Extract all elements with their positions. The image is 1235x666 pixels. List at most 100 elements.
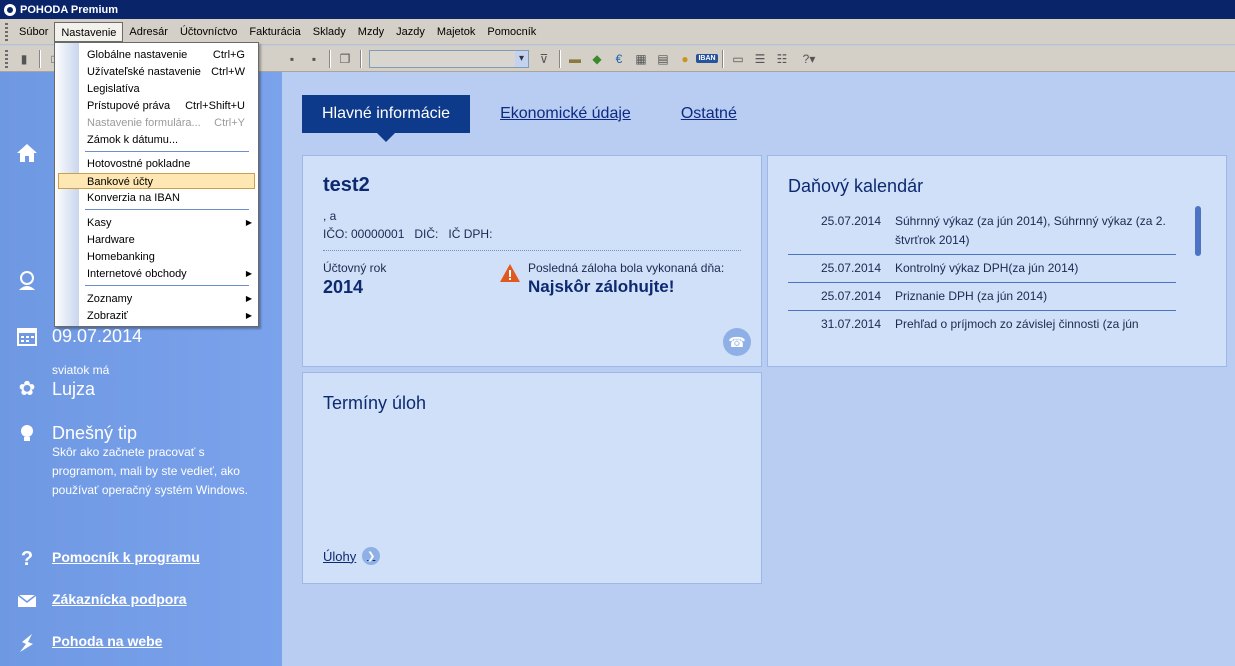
menu-item-user-settings[interactable]: Užívateľské nastavenie Ctrl+W <box>83 64 255 80</box>
copy-icon[interactable]: ❐ <box>336 50 354 68</box>
menu-item-cash-desks[interactable]: Hotovostné pokladne <box>83 156 255 172</box>
phone-icon[interactable]: ☎ <box>723 328 751 356</box>
home-icon[interactable] <box>16 142 38 164</box>
menu-item-homebanking[interactable]: Homebanking <box>83 249 255 265</box>
warning-icon <box>500 264 520 282</box>
pohoda-logo-icon <box>4 3 16 16</box>
iban-icon[interactable]: IBAN <box>696 50 718 68</box>
support-link[interactable]: Zákaznícka podpora <box>52 591 187 607</box>
open-agenda-icon[interactable]: ▮ <box>15 50 33 68</box>
tax-calendar-list: 25.07.2014 Súhrnný výkaz (za jún 2014), … <box>788 208 1176 338</box>
menu-subor[interactable]: Súbor <box>13 22 54 42</box>
note-icon[interactable]: ☷ <box>773 50 791 68</box>
calculator2-icon[interactable]: ▤ <box>654 50 672 68</box>
web-link[interactable]: Pohoda na webe <box>52 633 162 649</box>
tab-main-info[interactable]: Hlavné informácie <box>302 95 471 142</box>
folder-icon[interactable]: ▬ <box>566 50 584 68</box>
menu-item-label: Legislatíva <box>87 83 140 95</box>
menu-jazdy[interactable]: Jazdy <box>390 22 431 42</box>
fiscal-year-label: Účtovný rok <box>323 261 387 275</box>
tax-calendar-row[interactable]: 31.07.2014 Prehľad o príjmoch zo závisle… <box>788 311 1176 338</box>
current-date: 09.07.2014 <box>52 326 143 346</box>
menu-majetok[interactable]: Majetok <box>431 22 482 42</box>
calculator-icon[interactable]: ▦ <box>632 50 650 68</box>
toolbar-separator <box>329 49 330 68</box>
web-icon[interactable] <box>16 632 38 654</box>
menu-item-label: Homebanking <box>87 251 155 263</box>
menu-item-label: Internetové obchody <box>87 268 187 280</box>
question-icon[interactable]: ? <box>16 548 38 570</box>
user-icon[interactable] <box>16 269 38 291</box>
menu-sklady[interactable]: Sklady <box>307 22 352 42</box>
tab-bar: Hlavné informácie Ekonomické údaje Ostat… <box>302 95 787 142</box>
tax-calendar-scrollbar[interactable] <box>1195 206 1201 256</box>
save-icon[interactable]: ▪ <box>283 50 301 68</box>
toolbar-grip-icon[interactable] <box>5 49 8 68</box>
menu-item-bank-accounts[interactable]: Bankové účty <box>58 173 255 189</box>
menu-item-access-rights[interactable]: Prístupové práva Ctrl+Shift+U <box>83 98 255 114</box>
tasks-link[interactable]: Úlohy ❯ <box>323 547 381 565</box>
toolbar-separator <box>360 49 361 68</box>
tasks-link-label[interactable]: Úlohy <box>323 549 356 564</box>
menu-item-cash-registers[interactable]: Kasy ▶ <box>83 215 255 231</box>
name-day-label: sviatok má <box>52 363 110 377</box>
menu-fakturacia[interactable]: Fakturácia <box>243 22 306 42</box>
menu-separator <box>85 151 249 152</box>
menu-item-label: Bankové účty <box>87 176 154 188</box>
menu-mzdy[interactable]: Mzdy <box>352 22 390 42</box>
tax-description: Kontrolný výkaz DPH(za jún 2014) <box>895 261 1079 275</box>
money-icon[interactable]: ◆ <box>588 50 606 68</box>
tax-description: Prehľad o príjmoch zo závislej činnosti … <box>895 317 1139 331</box>
menu-item-label: Hotovostné pokladne <box>87 158 191 170</box>
company-ids: IČO: 00000001 DIČ: IČ DPH: <box>323 227 493 241</box>
help-link[interactable]: Pomocník k programu <box>52 549 200 565</box>
tax-calendar-row[interactable]: 25.07.2014 Priznanie DPH (za jún 2014) <box>788 283 1176 311</box>
menu-item-view[interactable]: Zobraziť ▶ <box>83 308 255 324</box>
company-name: test2 <box>323 174 370 196</box>
submenu-arrow-icon: ▶ <box>245 269 252 278</box>
euro-icon[interactable]: € <box>610 50 628 68</box>
filter-combo[interactable] <box>369 49 529 68</box>
menu-item-iban-conversion[interactable]: Konverzia na IBAN <box>83 190 255 206</box>
tax-calendar-title: Daňový kalendár <box>788 176 924 196</box>
tasks-title: Termíny úloh <box>323 393 427 413</box>
tax-calendar-row[interactable]: 25.07.2014 Kontrolný výkaz DPH(za jún 20… <box>788 255 1176 283</box>
company-address: , a <box>323 209 337 223</box>
menu-nastavenie[interactable]: Nastavenie <box>54 21 124 42</box>
menubar-grip-icon[interactable] <box>5 22 8 41</box>
menu-item-hardware[interactable]: Hardware <box>83 232 255 248</box>
list-icon[interactable]: ☰ <box>751 50 769 68</box>
tax-date: 25.07.2014 <box>820 261 881 275</box>
menu-item-shortcut: Ctrl+W <box>211 66 245 78</box>
menu-item-shortcut: Ctrl+G <box>212 49 245 61</box>
main-content: Hlavné informácie Ekonomické údaje Ostat… <box>282 72 1235 666</box>
menu-item-label: Zoznamy <box>87 293 133 305</box>
tip-text: Skôr ako začnete pracovať s programom, m… <box>52 445 248 497</box>
menu-pomocnik[interactable]: Pomocník <box>481 22 542 42</box>
menu-item-label: Kasy <box>87 217 112 229</box>
save-as-icon[interactable]: ▪ <box>305 50 323 68</box>
toolbar-separator <box>39 49 40 68</box>
menu-item-lists[interactable]: Zoznamy ▶ <box>83 291 255 307</box>
menu-item-e-shops[interactable]: Internetové obchody ▶ <box>83 266 255 282</box>
filter-icon[interactable]: ⊽ <box>535 50 553 68</box>
menu-item-label: Zobraziť <box>87 310 128 322</box>
tab-other[interactable]: Ostatné <box>681 95 737 133</box>
tax-calendar-row[interactable]: 25.07.2014 Súhrnný výkaz (za jún 2014), … <box>788 208 1176 255</box>
menu-item-date-lock[interactable]: Zámok k dátumu... <box>83 132 255 148</box>
submenu-arrow-icon: ▶ <box>245 218 252 227</box>
menu-uctovnictvo[interactable]: Účtovníctvo <box>174 22 243 42</box>
message-icon[interactable]: ▭ <box>729 50 747 68</box>
coins-icon[interactable]: ● <box>676 50 694 68</box>
menu-item-global-settings[interactable]: Globálne nastavenie Ctrl+G <box>83 47 255 63</box>
menu-item-form-settings: Nastavenie formulára... Ctrl+Y <box>83 115 255 131</box>
tab-economic-data[interactable]: Ekonomické údaje <box>500 95 631 133</box>
mail-icon[interactable] <box>16 590 38 612</box>
help-icon[interactable]: ?▾ <box>795 50 823 68</box>
toolbar-separator <box>559 49 560 68</box>
menu-item-shortcut: Ctrl+Y <box>214 117 245 129</box>
menu-item-legislation[interactable]: Legislatíva <box>83 81 255 97</box>
arrow-right-icon[interactable]: ❯ <box>362 547 381 565</box>
menu-adresar[interactable]: Adresár <box>123 22 174 42</box>
window-title: POHODA Premium <box>20 3 119 16</box>
